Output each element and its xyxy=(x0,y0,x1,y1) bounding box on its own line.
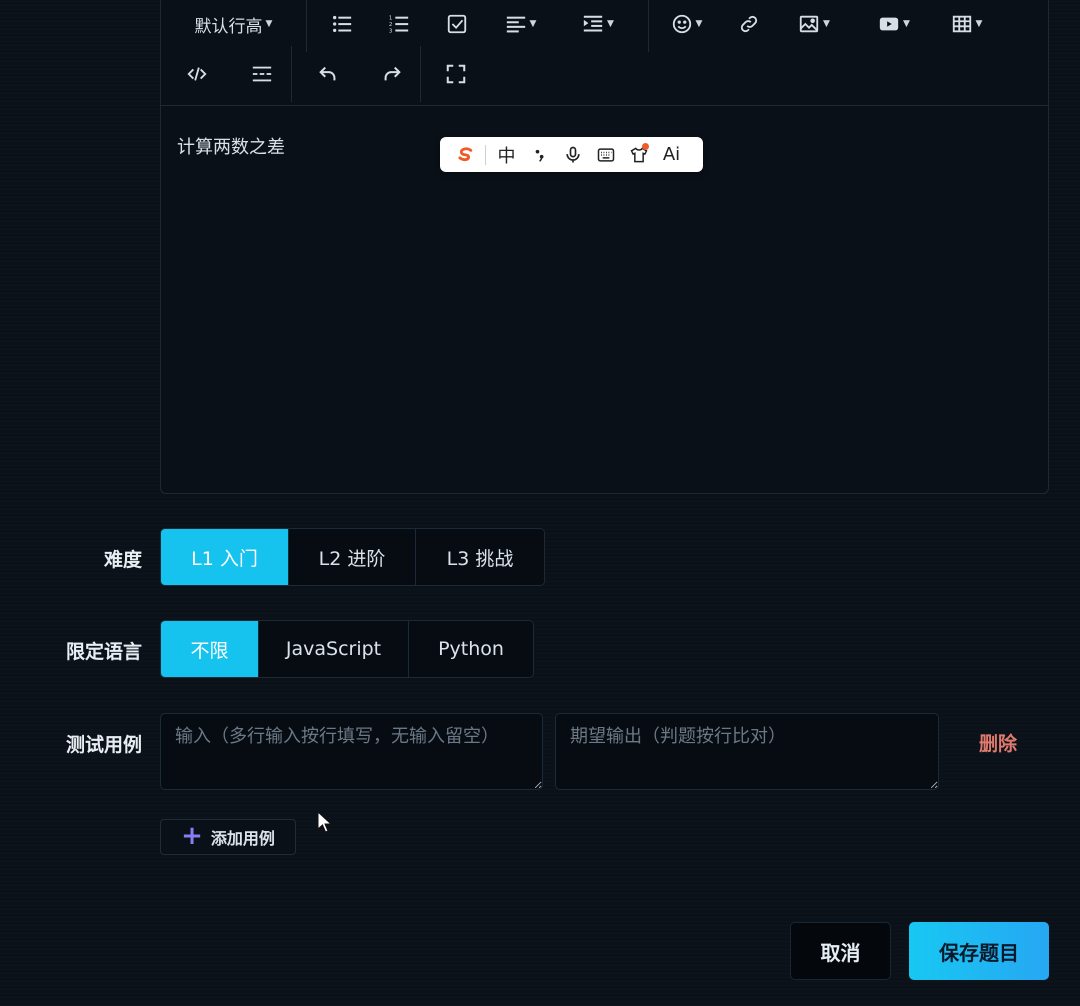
ime-ai-button[interactable]: Ai xyxy=(655,140,688,170)
bullet-list-icon xyxy=(333,15,352,33)
numbered-list-icon: 123 xyxy=(389,15,409,34)
link-icon xyxy=(740,15,758,33)
undo-button[interactable] xyxy=(292,54,364,94)
fullscreen-icon xyxy=(446,64,466,84)
line-height-dropdown[interactable]: 默认行高 ▼ xyxy=(161,4,306,44)
add-test-case-label: 添加用例 xyxy=(210,829,275,848)
redo-icon xyxy=(384,66,401,81)
test-cases-label: 测试用例 xyxy=(65,734,142,756)
language-label: 限定语言 xyxy=(65,641,142,663)
save-question-button[interactable]: 保存题目 xyxy=(909,922,1049,980)
sogou-logo-icon[interactable] xyxy=(448,140,481,170)
expected-output-field[interactable] xyxy=(555,713,939,790)
todo-list-button[interactable] xyxy=(421,4,493,44)
video-dropdown[interactable]: ▼ xyxy=(854,4,934,44)
numbered-list-button[interactable]: 123 xyxy=(377,4,421,44)
ime-divider xyxy=(485,144,486,165)
image-dropdown[interactable]: ▼ xyxy=(774,4,854,44)
test-input-field[interactable] xyxy=(160,713,543,790)
emoji-icon xyxy=(672,14,691,34)
align-left-icon xyxy=(506,16,525,33)
bullet-list-button[interactable] xyxy=(307,4,377,44)
svg-text:2: 2 xyxy=(389,22,393,28)
mouse-pointer-icon xyxy=(317,811,331,833)
code-block-button[interactable] xyxy=(161,54,233,94)
emoji-dropdown[interactable]: ▼ xyxy=(649,4,724,44)
punctuation-icon[interactable] xyxy=(523,140,556,170)
code-icon xyxy=(187,67,207,81)
table-icon xyxy=(952,15,971,33)
checkbox-icon xyxy=(447,14,467,34)
editor-content[interactable]: 计算两数之差 xyxy=(177,133,285,159)
keyboard-icon[interactable] xyxy=(589,140,622,170)
chevron-down-icon: ▼ xyxy=(823,19,830,29)
align-dropdown[interactable]: ▼ xyxy=(493,4,548,44)
delete-test-case-button[interactable]: 删除 xyxy=(979,729,1017,756)
chevron-down-icon: ▼ xyxy=(607,19,614,29)
add-test-case-button[interactable]: + 添加用例 xyxy=(160,819,296,855)
line-height-label: 默认行高 xyxy=(194,16,263,37)
editor-toolbar: 默认行高 ▼ 123 ▼ ▼ ▼ ▼ ▼ ▼ xyxy=(161,0,1048,106)
difficulty-selector: L1 入门 L2 进阶 L3 挑战 xyxy=(160,528,545,586)
difficulty-label: 难度 xyxy=(103,549,142,571)
indent-dropdown[interactable]: ▼ xyxy=(548,4,648,44)
language-selector: 不限 JavaScript Python xyxy=(160,620,534,678)
svg-text:3: 3 xyxy=(389,28,393,34)
divider-button[interactable] xyxy=(233,54,291,94)
redo-button[interactable] xyxy=(364,54,420,94)
difficulty-option-l1[interactable]: L1 入门 xyxy=(161,529,289,585)
difficulty-option-l2[interactable]: L2 进阶 xyxy=(289,529,416,585)
difficulty-option-l3[interactable]: L3 挑战 xyxy=(416,529,544,585)
cancel-button[interactable]: 取消 xyxy=(790,922,891,980)
chevron-down-icon: ▼ xyxy=(529,19,537,29)
indent-icon xyxy=(583,15,603,32)
horizontal-rule-icon xyxy=(252,66,272,82)
microphone-icon[interactable] xyxy=(556,140,589,170)
chevron-down-icon: ▼ xyxy=(903,19,910,29)
toolbar-row-1: 默认行高 ▼ 123 ▼ ▼ ▼ ▼ ▼ ▼ xyxy=(161,0,999,52)
fullscreen-button[interactable] xyxy=(421,54,491,94)
chevron-down-icon: ▼ xyxy=(695,19,703,29)
language-option-python[interactable]: Python xyxy=(409,621,533,677)
notification-dot xyxy=(642,142,649,150)
table-dropdown[interactable]: ▼ xyxy=(934,4,999,44)
chevron-down-icon: ▼ xyxy=(265,19,273,29)
rich-text-editor: 默认行高 ▼ 123 ▼ ▼ ▼ ▼ ▼ ▼ 计算两数之差 xyxy=(160,0,1049,494)
svg-text:1: 1 xyxy=(389,15,393,21)
language-option-javascript[interactable]: JavaScript xyxy=(259,621,409,677)
video-icon xyxy=(879,17,899,31)
chevron-down-icon: ▼ xyxy=(975,19,983,29)
image-icon xyxy=(799,15,819,33)
ime-chinese-mode[interactable]: 中 xyxy=(490,140,523,170)
language-option-any[interactable]: 不限 xyxy=(161,621,259,677)
undo-icon xyxy=(319,66,336,81)
plus-icon: + xyxy=(181,820,203,851)
ime-toolbar: 中 Ai xyxy=(440,137,703,172)
link-button[interactable] xyxy=(724,4,774,44)
toolbar-row-2 xyxy=(161,46,491,102)
skin-shirt-icon[interactable] xyxy=(622,140,655,170)
